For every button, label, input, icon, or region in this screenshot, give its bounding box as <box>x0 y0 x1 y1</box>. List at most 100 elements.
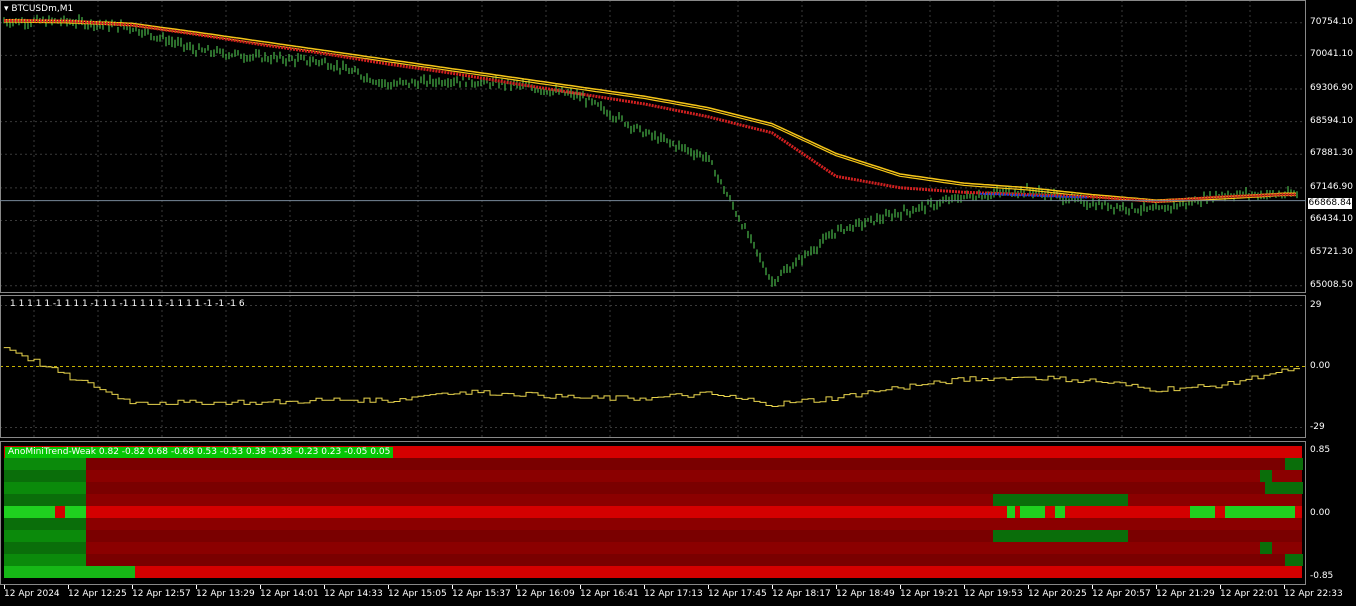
heatmap-axis-label: -0.85 <box>1310 571 1334 581</box>
heatmap-cell <box>1285 554 1303 566</box>
heatmap-cell <box>1190 506 1215 518</box>
heatmap-cell <box>4 470 86 482</box>
time-axis-label: 12 Apr 13:29 <box>196 589 255 599</box>
ma-line-red <box>4 19 1296 203</box>
heatmap-cell <box>993 494 1128 506</box>
indicator-name: AnoMiniTrend-Weak <box>8 447 96 457</box>
price-chart-pane[interactable]: ▾ BTCUSDm,M1 <box>0 0 1306 293</box>
heatmap-cell <box>55 506 65 518</box>
heatmap-cell <box>4 506 1302 518</box>
time-axis-label: 12 Apr 16:09 <box>516 589 575 599</box>
price-axis-label: 67146.90 <box>1310 181 1353 192</box>
time-axis-tick <box>580 585 581 589</box>
ma-line-yellow-upper <box>4 18 1296 201</box>
indicator-levels: 0.82 -0.82 0.68 -0.68 0.53 -0.53 0.38 -0… <box>98 447 391 457</box>
heatmap-cell <box>1055 506 1065 518</box>
heatmap-axis-label: 0.00 <box>1310 508 1331 518</box>
heatmap-cell <box>1285 458 1303 470</box>
time-axis-label: 12 Apr 21:29 <box>1156 589 1215 599</box>
time-axis-tick <box>1220 585 1221 589</box>
heatmap-cell <box>1007 506 1015 518</box>
heatmap-cell <box>4 458 1302 470</box>
price-axis-label: 65008.50 <box>1310 279 1353 290</box>
heatmap-cell <box>1260 470 1272 482</box>
time-axis-tick <box>1284 585 1285 589</box>
time-axis-tick <box>1092 585 1093 589</box>
time-axis-label: 12 Apr 17:45 <box>708 589 767 599</box>
oscillator-line <box>3 347 1300 407</box>
heatmap-cell <box>1265 482 1303 494</box>
heatmap-cell <box>1260 542 1272 554</box>
price-axis-label: 68594.10 <box>1310 115 1353 126</box>
time-axis-label: 12 Apr 2024 <box>4 589 60 599</box>
heatmap-cell <box>4 494 86 506</box>
time-axis-tick <box>1156 585 1157 589</box>
time-axis-tick <box>68 585 69 589</box>
time-axis-tick <box>452 585 453 589</box>
time-axis-label: 12 Apr 22:01 <box>1220 589 1279 599</box>
osc-pane-border <box>0 295 1306 438</box>
time-axis[interactable]: 12 Apr 2024 12 Apr 12:25 12 Apr 12:57 12 Ap… <box>0 585 1356 606</box>
heatmap-cell <box>1225 506 1295 518</box>
time-axis-tick <box>644 585 645 589</box>
heatmap-axis-label: 0.85 <box>1310 445 1331 455</box>
heatmap-cell <box>4 470 1302 482</box>
heatmap-cell <box>4 518 86 530</box>
price-pane-border <box>0 0 1306 293</box>
heatmap-pane[interactable] <box>0 441 1306 585</box>
heatmap-cell <box>4 566 1302 578</box>
time-axis-tick <box>196 585 197 589</box>
time-axis-tick <box>324 585 325 589</box>
heatmap-cell <box>4 542 86 554</box>
time-axis-label: 12 Apr 17:13 <box>644 589 703 599</box>
time-axis-tick <box>260 585 261 589</box>
oscillator-svg <box>0 295 1306 438</box>
heatmap-cell <box>4 458 86 470</box>
oscillator-header-text: 1 1 1 1 1 -1 1 1 1 -1 1 1 -1 1 1 1 1 -1 … <box>10 299 245 309</box>
heatmap-cell <box>4 482 86 494</box>
time-axis-label: 12 Apr 14:33 <box>324 589 383 599</box>
time-axis-tick <box>4 585 5 589</box>
heatmap-svg <box>0 441 1306 585</box>
time-axis-tick <box>388 585 389 589</box>
price-axis-label: 67881.30 <box>1310 148 1353 159</box>
heatmap-cell <box>993 530 1128 542</box>
price-axis-label: 69306.90 <box>1310 82 1353 93</box>
time-axis-label: 12 Apr 15:05 <box>388 589 447 599</box>
time-axis-tick <box>708 585 709 589</box>
oscillator-axis-label: 0.00 <box>1310 360 1331 371</box>
time-axis-label: 12 Apr 19:21 <box>900 589 959 599</box>
time-axis-tick <box>516 585 517 589</box>
time-axis-label: 12 Apr 22:33 <box>1284 589 1343 599</box>
current-price-label: 66868.84 <box>1308 198 1352 209</box>
heatmap-cell <box>4 554 86 566</box>
time-axis-label: 12 Apr 12:57 <box>132 589 191 599</box>
heatmap-cell <box>4 518 1302 530</box>
heatmap-cell <box>1020 506 1045 518</box>
ma-line-yellow-lower <box>4 21 1296 204</box>
price-axis-label: 65721.30 <box>1310 247 1353 258</box>
time-axis-label: 12 Apr 16:41 <box>580 589 639 599</box>
time-axis-label: 12 Apr 19:53 <box>964 589 1023 599</box>
time-axis-label: 12 Apr 14:01 <box>260 589 319 599</box>
oscillator-axis[interactable]: 29 0.00 -29 <box>1306 295 1356 438</box>
heatmap-cell <box>4 542 1302 554</box>
time-axis-label: 12 Apr 15:37 <box>452 589 511 599</box>
oscillator-axis-label: 29 <box>1310 299 1322 310</box>
time-axis-label: 12 Apr 12:25 <box>68 589 127 599</box>
symbol-dropdown-icon[interactable]: ▾ <box>4 4 9 14</box>
time-axis-label: 12 Apr 20:57 <box>1092 589 1151 599</box>
price-axis-label: 70041.10 <box>1310 49 1353 60</box>
oscillator-axis-label: -29 <box>1310 421 1325 432</box>
indicator-title[interactable]: AnoMiniTrend-Weak 0.82 -0.82 0.68 -0.68 … <box>5 447 394 458</box>
price-chart-svg <box>0 0 1306 293</box>
price-axis[interactable]: 70754.10 70041.10 69306.90 68594.10 67881.30… <box>1306 0 1356 293</box>
time-axis-tick <box>132 585 133 589</box>
time-axis-label: 12 Apr 20:25 <box>1028 589 1087 599</box>
time-axis-tick <box>964 585 965 589</box>
oscillator-pane[interactable]: 1 1 1 1 1 -1 1 1 1 -1 1 1 -1 1 1 1 1 -1 … <box>0 295 1306 438</box>
symbol-text: BTCUSDm,M1 <box>11 4 74 14</box>
time-axis-tick <box>836 585 837 589</box>
heatmap-axis[interactable]: 0.85 0.00 -0.85 <box>1306 441 1356 585</box>
heatmap-cell <box>4 506 86 518</box>
